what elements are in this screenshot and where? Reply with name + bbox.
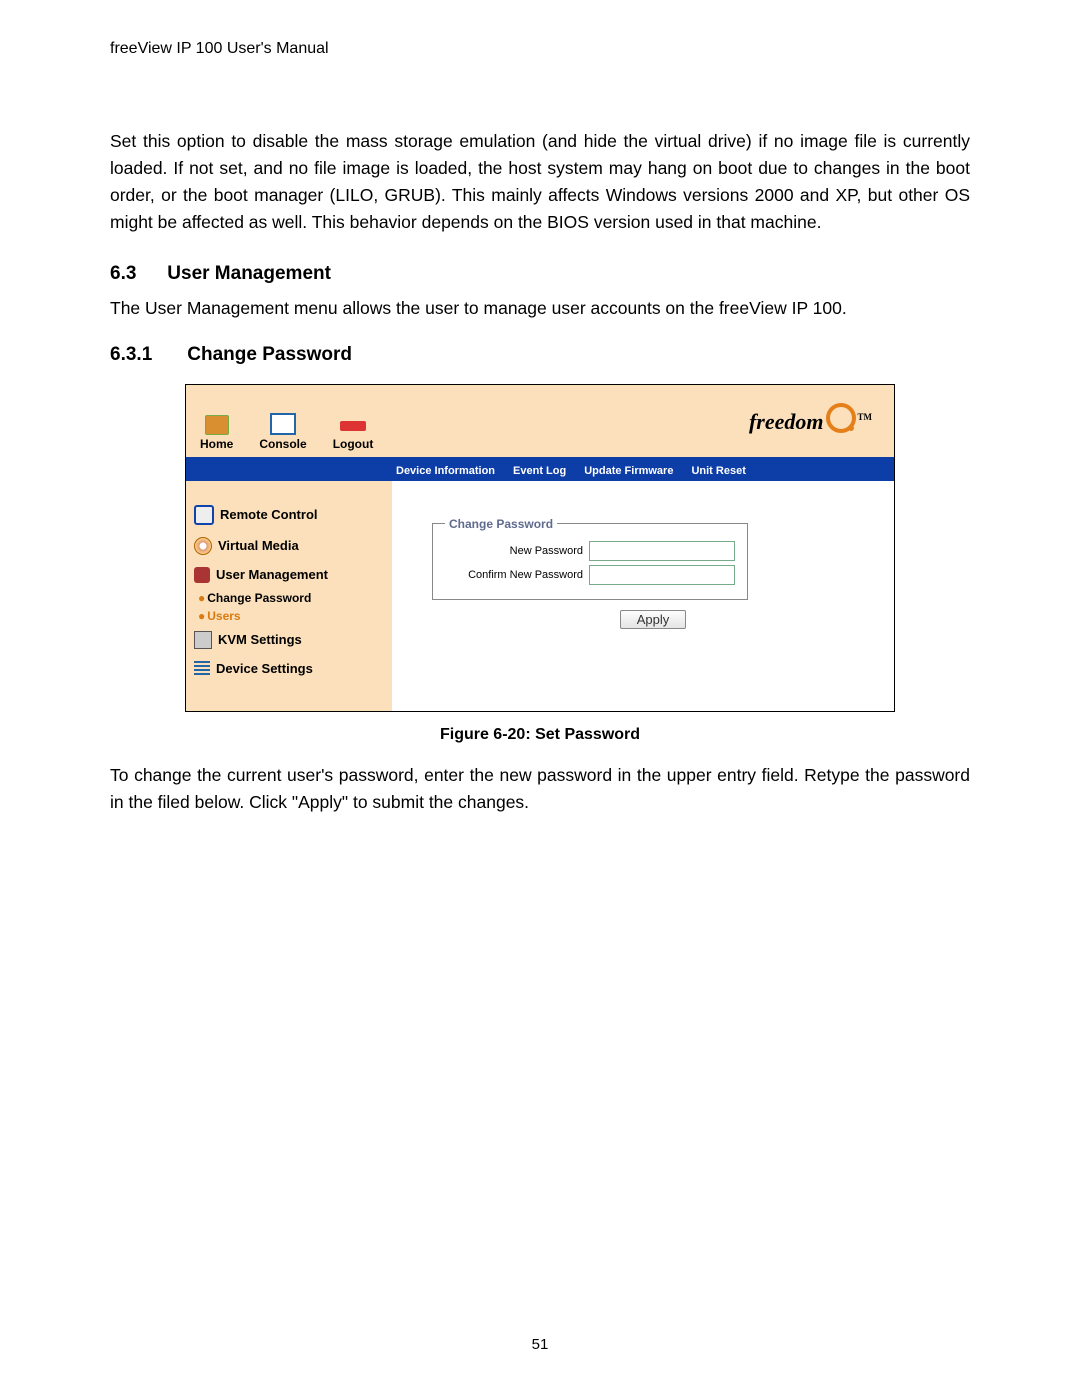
sidebar-sub-change-password[interactable]: ●Change Password [198,589,384,607]
sidebar-item-label: Virtual Media [218,538,299,553]
subsection-number: 6.3.1 [110,344,182,366]
bullet-icon: ● [198,591,205,605]
tab-event-log[interactable]: Event Log [513,465,566,477]
section-6-3-paragraph: The User Management menu allows the user… [110,295,970,322]
new-password-label: New Password [510,545,583,557]
fieldset-legend: Change Password [445,517,557,531]
app-window: Home Console Logout freedom TM [185,384,895,712]
sidebar-subitems: ●Change Password ●Users [198,589,384,625]
confirm-password-input[interactable] [589,565,735,585]
brand-text: freedom [749,409,824,434]
tab-device-information[interactable]: Device Information [396,465,495,477]
intro-paragraph: Set this option to disable the mass stor… [110,128,970,237]
page-number: 51 [110,1336,970,1353]
sidebar-sub-users[interactable]: ●Users [198,607,384,625]
tab-unit-reset[interactable]: Unit Reset [691,465,745,477]
nav-home[interactable]: Home [200,415,233,451]
section-6-3-1-heading: 6.3.1 Change Password [110,344,970,366]
sidebar-item-device-settings[interactable]: Device Settings [194,655,384,683]
change-password-fieldset: Change Password New Password Confirm New… [432,517,748,600]
brand-q-icon [826,403,856,433]
device-icon [194,661,210,677]
figure-6-20: Home Console Logout freedom TM [185,384,895,712]
section-number: 6.3 [110,263,162,285]
section-6-3-heading: 6.3 User Management [110,263,970,285]
home-icon [205,415,229,435]
monitor-icon [194,505,214,525]
sub-label: Change Password [207,591,311,605]
nav-console[interactable]: Console [259,413,306,451]
sidebar-item-label: User Management [216,567,328,582]
sidebar-item-label: KVM Settings [218,632,302,647]
content-pane: Change Password New Password Confirm New… [392,481,894,711]
new-password-input[interactable] [589,541,735,561]
sidebar-item-user-management[interactable]: User Management [194,561,384,589]
brand-tm: TM [858,412,873,422]
subsection-title: Change Password [187,344,352,365]
sidebar-item-remote-control[interactable]: Remote Control [194,499,384,531]
app-header: Home Console Logout freedom TM [186,385,894,457]
nav-logout-label: Logout [333,437,374,451]
sidebar-item-label: Remote Control [220,507,318,522]
disc-icon [194,537,212,555]
nav-logout[interactable]: Logout [333,421,374,451]
logout-icon [340,421,366,431]
console-icon [270,413,296,435]
keys-icon [194,567,210,583]
section-title: User Management [167,263,331,284]
document-header: freeView IP 100 User's Manual [110,40,970,58]
app-body: Remote Control Virtual Media User Manage… [186,481,894,711]
tab-update-firmware[interactable]: Update Firmware [584,465,673,477]
confirm-password-label: Confirm New Password [468,569,583,581]
apply-button[interactable]: Apply [620,610,687,629]
sidebar-item-virtual-media[interactable]: Virtual Media [194,531,384,561]
sidebar: Remote Control Virtual Media User Manage… [186,481,392,711]
after-figure-paragraph: To change the current user's password, e… [110,762,970,816]
figure-caption: Figure 6-20: Set Password [110,726,970,744]
bullet-icon: ● [198,609,205,623]
nav-home-label: Home [200,437,233,451]
sidebar-item-kvm-settings[interactable]: KVM Settings [194,625,384,655]
nav-console-label: Console [259,437,306,451]
tab-bar: Device Information Event Log Update Firm… [186,461,894,481]
sub-label: Users [207,609,240,623]
sidebar-item-label: Device Settings [216,661,313,676]
brand-logo: freedom TM [749,403,872,435]
kvm-icon [194,631,212,649]
